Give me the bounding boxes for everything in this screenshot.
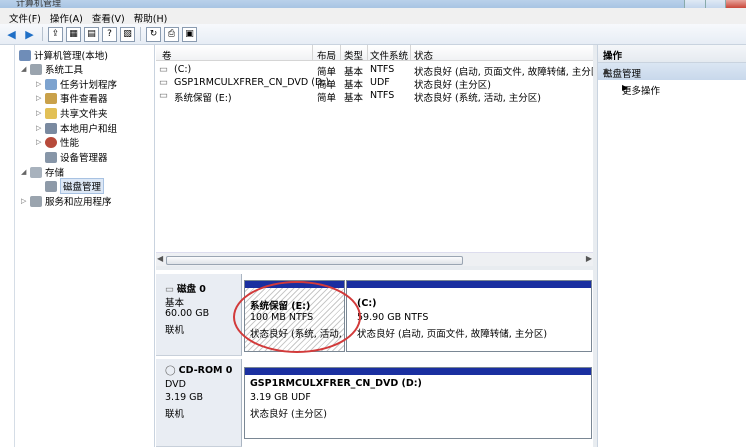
- shared-folder-icon: [45, 107, 57, 119]
- scroll-right-icon[interactable]: ▶: [586, 254, 592, 263]
- computer-icon: [19, 49, 31, 61]
- partition-bar: [245, 368, 591, 375]
- table-row[interactable]: ▭ (C:) 简单 基本 NTFS 状态良好 (启动, 页面文件, 故障转储, …: [156, 63, 604, 78]
- drive-icon: ▭: [159, 64, 168, 75]
- partition-dvd[interactable]: GSP1RMCULXFRER_CN_DVD (D:) 3.19 GB UDF 状…: [244, 367, 592, 439]
- collapse-icon[interactable]: ◢: [21, 168, 30, 176]
- table-row[interactable]: ▭ 系统保留 (E:) 简单 基本 NTFS 状态良好 (系统, 活动, 主分区…: [156, 89, 593, 104]
- disk0-kind: 基本: [165, 298, 185, 309]
- event-viewer-icon: [45, 92, 57, 104]
- menu-file[interactable]: 文件(F): [6, 8, 47, 25]
- device-manager-icon: [45, 151, 57, 163]
- menu-bar: 文件(F) 操作(A) 查看(V) 帮助(H): [0, 8, 746, 25]
- disk0-name: ▭ 磁盘 0: [165, 284, 206, 295]
- disk0-header[interactable]: ▭ 磁盘 0 基本 60.00 GB 联机: [156, 274, 242, 356]
- services-icon: [30, 195, 42, 207]
- close-button[interactable]: [725, 0, 746, 8]
- column-status[interactable]: 状态: [414, 48, 433, 62]
- back-icon[interactable]: ◀: [4, 27, 19, 42]
- scroll-left-icon[interactable]: ◀: [157, 254, 163, 263]
- tree-disk-management[interactable]: 磁盘管理: [45, 178, 105, 194]
- column-filesystem[interactable]: 文件系统: [370, 48, 408, 62]
- tree-item-performance[interactable]: ▷ 性能: [36, 135, 79, 149]
- partition-bar: [347, 281, 591, 288]
- action-pane: 操作 磁盘管理 ▲ 更多操作 ▶: [597, 45, 746, 447]
- collapse-section-icon[interactable]: ▲: [603, 66, 740, 75]
- menu-view[interactable]: 查看(V): [89, 8, 131, 25]
- toolbar-separator: [140, 27, 141, 41]
- drive-icon: ▭: [159, 90, 168, 101]
- refresh-icon[interactable]: ↻: [146, 26, 161, 42]
- help-icon[interactable]: ?: [102, 26, 117, 42]
- maximize-button[interactable]: [704, 0, 726, 8]
- action-section-disk-management[interactable]: 磁盘管理 ▲: [598, 63, 746, 80]
- tree-item-device-manager[interactable]: 设备管理器: [45, 150, 108, 164]
- tree-item-task-scheduler[interactable]: ▷ 任务计划程序: [36, 77, 117, 91]
- table-row[interactable]: ▭ GSP1RMCULXFRER_CN_DVD (D:) 简单 基本 UDF 状…: [156, 76, 593, 91]
- forward-icon[interactable]: ▶: [22, 27, 37, 42]
- show-hide-tree-icon[interactable]: ▦: [66, 26, 81, 42]
- expand-icon[interactable]: ▷: [36, 109, 45, 117]
- performance-icon: [45, 136, 57, 148]
- menu-action[interactable]: 操作(A): [47, 8, 89, 25]
- cdrom0-header[interactable]: ◯ CD-ROM 0 DVD 3.19 GB 联机: [156, 359, 242, 447]
- expand-icon[interactable]: ▷: [36, 124, 45, 132]
- toolbar-separator: [42, 27, 43, 41]
- expand-icon[interactable]: ▷: [21, 197, 30, 205]
- scroll-thumb[interactable]: [166, 256, 463, 265]
- tree-services-apps[interactable]: ▷ 服务和应用程序: [21, 194, 112, 208]
- tools-icon: [30, 63, 42, 75]
- toolbar: ◀ ▶ ⇪ ▦ ▤ ? ▧ ↻ ⎙ ▣: [0, 24, 746, 45]
- cdrom0-state: 联机: [165, 409, 185, 420]
- tree-system-tools[interactable]: ◢ 系统工具: [21, 62, 83, 76]
- submenu-arrow-icon: ▶: [622, 83, 629, 92]
- disk0-size: 60.00 GB: [165, 308, 210, 319]
- cd-icon: ◯: [165, 365, 179, 376]
- partition-c[interactable]: (C:) 59.90 GB NTFS 状态良好 (启动, 页面文件, 故障转储,…: [346, 280, 592, 352]
- tree-root[interactable]: 计算机管理(本地): [19, 48, 108, 62]
- horizontal-scrollbar[interactable]: ◀ ▶: [156, 252, 593, 266]
- column-layout[interactable]: 布局: [317, 48, 336, 62]
- column-volume[interactable]: 卷: [162, 48, 172, 62]
- collapse-icon[interactable]: ◢: [21, 65, 30, 73]
- list-header: 卷 布局 类型 文件系统 状态: [156, 45, 593, 62]
- up-folder-icon[interactable]: ⇪: [48, 26, 63, 42]
- disk-management-icon: [45, 180, 57, 192]
- tree-item-local-users[interactable]: ▷ 本地用户和组: [36, 121, 117, 135]
- show-hide-action-pane-icon[interactable]: ▧: [120, 26, 135, 42]
- disk0-state: 联机: [165, 325, 185, 336]
- clock-icon: [45, 78, 57, 90]
- properties-icon[interactable]: ▤: [84, 26, 99, 42]
- action-pane-header: 操作: [598, 45, 746, 63]
- menu-help[interactable]: 帮助(H): [131, 8, 174, 25]
- expand-icon[interactable]: ▷: [36, 138, 45, 146]
- tree-storage[interactable]: ◢ 存储: [21, 165, 64, 179]
- export-list-icon[interactable]: ⎙: [164, 26, 179, 42]
- disk-icon: ▭: [165, 284, 177, 295]
- expand-icon[interactable]: ▷: [36, 94, 45, 102]
- storage-icon: [30, 166, 42, 178]
- tree-item-shared-folders[interactable]: ▷ 共享文件夹: [36, 106, 108, 120]
- highlight-circle: [233, 281, 361, 353]
- volume-list: 卷 布局 类型 文件系统 状态 ▭ (C:) 简单 基本 NTFS 状态良好 (…: [156, 45, 604, 266]
- column-type[interactable]: 类型: [344, 48, 363, 62]
- disk-icon[interactable]: ▣: [182, 26, 197, 42]
- window-controls: [684, 0, 746, 8]
- cdrom0-kind: DVD: [165, 379, 186, 390]
- title-bar: 计算机管理: [0, 0, 746, 9]
- users-icon: [45, 122, 57, 134]
- cdrom0-size: 3.19 GB: [165, 392, 204, 403]
- console-tree: 计算机管理(本地) ◢ 系统工具 ▷ 任务计划程序 ▷ 事件查看器 ▷ 共享文件…: [14, 45, 155, 447]
- more-actions-item[interactable]: 更多操作 ▶: [598, 81, 746, 97]
- disk-map: ▭ 磁盘 0 基本 60.00 GB 联机 系统保留 (E:) 100 MB N…: [156, 270, 593, 447]
- drive-icon: ▭: [159, 77, 168, 88]
- minimize-button[interactable]: [684, 0, 705, 8]
- tree-item-event-viewer[interactable]: ▷ 事件查看器: [36, 91, 108, 105]
- expand-icon[interactable]: ▷: [36, 80, 45, 88]
- cdrom0-name: ◯ CD-ROM 0: [165, 365, 233, 376]
